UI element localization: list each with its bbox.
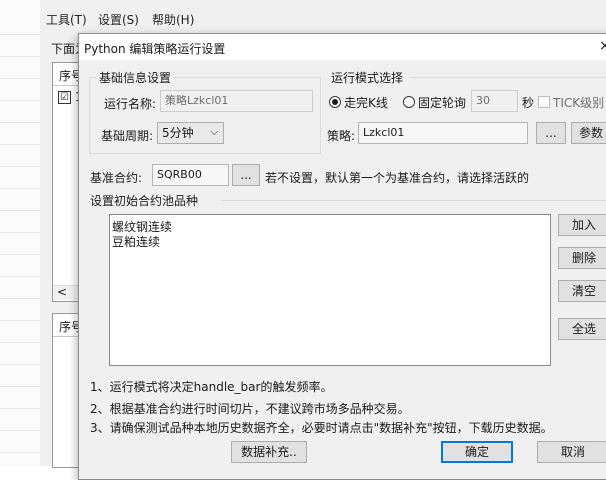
grid-line [0, 386, 40, 387]
note-3: 3、请确保测试品种本地历史数据齐全，必要时请点击"数据补充"按钮，下载历史数据。 [90, 421, 553, 435]
base-contract-label: 基准合约: [90, 171, 143, 185]
grid-line [0, 166, 40, 167]
grid-line [0, 254, 40, 255]
grid-line [0, 56, 40, 57]
spreadsheet-strip [0, 0, 40, 466]
run-name-label: 运行名称: [104, 97, 157, 111]
init-contracts-divider [221, 200, 606, 201]
grid-line [0, 210, 40, 211]
strategy-label: 策略: [327, 129, 356, 143]
run-name-field[interactable]: 策略Lzkcl01 [160, 90, 313, 112]
dialog-title: Python 编辑策略运行设置 [84, 42, 226, 56]
grid-line [0, 298, 40, 299]
period-value: 5分钟 [162, 126, 194, 140]
menu-help[interactable]: 帮助(H) [152, 11, 194, 28]
grid-line [0, 276, 40, 277]
grid-line [0, 408, 40, 409]
basic-info-title: 基础信息设置 [96, 69, 175, 86]
cancel-button[interactable]: 取消 [537, 441, 606, 463]
strategy-browse-button[interactable]: ... [536, 122, 566, 144]
grid-line [0, 320, 40, 321]
kline-label[interactable]: 走完K线 [344, 94, 388, 111]
note-1: 1、运行模式将决定handle_bar的触发频率。 [90, 380, 333, 394]
grid-line [0, 122, 40, 123]
strategy-field[interactable]: Lzkcl01 [358, 122, 528, 144]
run-mode-title: 运行模式选择 [328, 69, 407, 86]
period-select[interactable]: 5分钟 ⌵ [157, 122, 224, 144]
list-item[interactable]: 豆粕连续 [112, 233, 160, 250]
period-label: 基础周期: [101, 129, 154, 143]
base-contract-browse-button[interactable]: ... [232, 164, 260, 186]
grid-line [0, 430, 40, 431]
grid-line [0, 452, 40, 453]
select-all-button[interactable]: 全选 [558, 318, 606, 340]
delete-button[interactable]: 删除 [558, 247, 606, 269]
menu-tools[interactable]: 工具(T) [46, 11, 87, 28]
interval-field[interactable]: 30 [471, 90, 518, 112]
grid-line [0, 364, 40, 365]
menu-settings[interactable]: 设置(S) [98, 11, 139, 28]
grid-line [0, 232, 40, 233]
row-checkbox[interactable]: ☑ [58, 91, 71, 104]
strategy-settings-dialog: Python 编辑策略运行设置 × 基础信息设置 运行名称: 策略Lzkcl01… [78, 33, 606, 480]
grid-line [0, 144, 40, 145]
init-contracts-title: 设置初始合约池品种 [90, 194, 199, 208]
grid-line [0, 100, 40, 101]
ok-button[interactable]: 确定 [441, 441, 513, 463]
grid-line [0, 342, 40, 343]
scroll-left-icon[interactable]: < [57, 285, 67, 299]
note-2: 2、根据基准合约进行时间切片，不建议跨市场多品种交易。 [90, 402, 410, 416]
add-button[interactable]: 加入 [558, 214, 606, 236]
tick-label: TICK级别 [553, 96, 605, 110]
radio-fixed-poll[interactable] [403, 96, 415, 108]
seconds-label: 秒 [522, 96, 535, 110]
grid-line [0, 34, 40, 35]
dialog-titlebar[interactable]: Python 编辑策略运行设置 × [79, 34, 606, 60]
data-supplement-button[interactable]: 数据补充.. [231, 441, 307, 463]
tick-checkbox[interactable] [538, 96, 550, 108]
grid-line [0, 188, 40, 189]
contracts-listbox[interactable]: 螺纹钢连续 豆粕连续 [109, 214, 551, 366]
base-contract-hint: 若不设置，默认第一个为基准合约，请选择活跃的 [265, 171, 530, 185]
clear-button[interactable]: 清空 [558, 280, 606, 302]
fixed-poll-label[interactable]: 固定轮询 [418, 94, 466, 111]
radio-kline[interactable] [329, 96, 341, 108]
params-button[interactable]: 参数 [571, 122, 606, 144]
chevron-down-icon: ⌵ [210, 127, 218, 138]
run-mode-divider [409, 77, 606, 78]
base-contract-field[interactable]: SQRB00 [152, 164, 229, 186]
close-icon[interactable]: × [599, 38, 606, 54]
grid-line [0, 78, 40, 79]
